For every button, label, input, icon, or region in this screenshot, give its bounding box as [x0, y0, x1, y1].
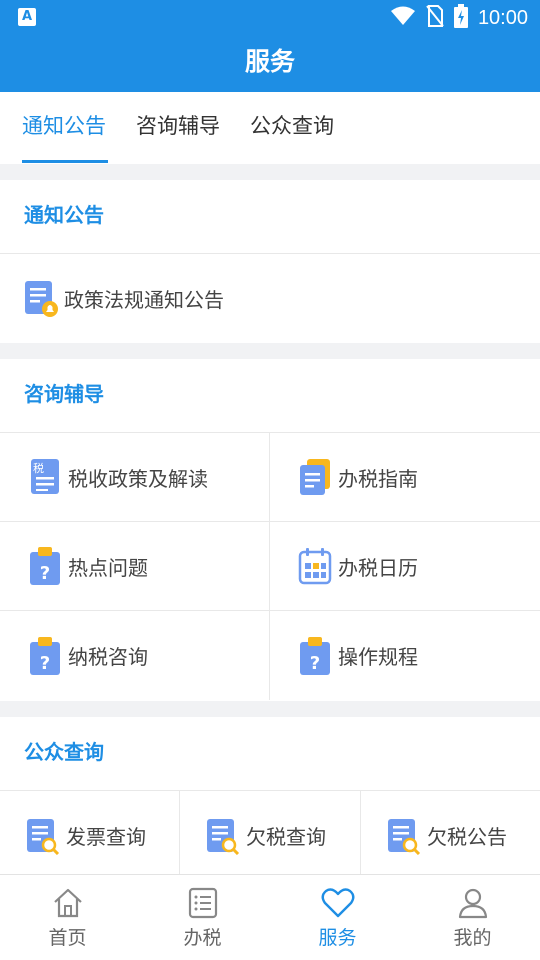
item-label: 热点问题 — [68, 555, 148, 580]
svg-text:税: 税 — [33, 461, 44, 475]
item-label: 税收政策及解读 — [68, 466, 208, 491]
nav-service[interactable]: 服务 — [270, 875, 405, 960]
tab-bar: 通知公告 咨询辅导 公众查询 — [0, 92, 540, 164]
section-title: 公众查询 — [0, 717, 540, 791]
app-notification-icon: A — [18, 8, 36, 26]
tax-guide-item[interactable]: 办税指南 — [270, 433, 540, 522]
battery-charging-icon — [453, 4, 468, 32]
tax-consult-item[interactable]: ? 纳税咨询 — [0, 611, 270, 700]
section-title: 咨询辅导 — [0, 359, 540, 433]
tax-arrears-notice-item[interactable]: 欠税公告 — [361, 791, 540, 880]
svg-text:?: ? — [40, 653, 50, 674]
question-clipboard-icon: ? — [298, 636, 332, 676]
question-clipboard-icon: ? — [28, 636, 62, 676]
item-label: 发票查询 — [66, 825, 146, 849]
nav-label: 我的 — [453, 927, 492, 949]
nav-tax[interactable]: 办税 — [135, 875, 270, 960]
query-section: 公众查询 发票查询 欠税查询 欠税公告 — [0, 717, 540, 880]
wifi-icon — [390, 6, 416, 30]
calendar-icon — [298, 546, 332, 586]
user-icon — [457, 885, 489, 921]
item-label: 办税指南 — [338, 466, 418, 491]
document-search-icon — [26, 816, 60, 856]
hot-questions-item[interactable]: ? 热点问题 — [0, 522, 270, 611]
item-label: 欠税公告 — [427, 825, 507, 849]
document-search-icon — [206, 816, 240, 856]
no-sim-icon — [426, 5, 444, 31]
page-title: 服务 — [0, 36, 540, 92]
policy-notice-item[interactable]: 政策法规通知公告 — [0, 254, 540, 342]
list-icon — [187, 885, 219, 921]
svg-text:?: ? — [310, 653, 320, 674]
status-clock: 10:00 — [477, 6, 528, 29]
guide-document-icon — [298, 457, 332, 497]
notice-section: 通知公告 政策法规通知公告 — [0, 180, 540, 343]
document-search-icon — [387, 816, 421, 856]
operation-rules-item[interactable]: ? 操作规程 — [270, 611, 540, 700]
nav-label: 服务 — [318, 927, 357, 949]
document-bell-icon — [24, 278, 58, 318]
nav-home[interactable]: 首页 — [0, 875, 135, 960]
item-label: 纳税咨询 — [68, 645, 148, 669]
nav-label: 办税 — [183, 927, 222, 949]
tax-policy-item[interactable]: 税 税收政策及解读 — [0, 433, 270, 522]
item-label: 政策法规通知公告 — [64, 287, 224, 312]
section-title: 通知公告 — [0, 180, 540, 254]
item-label: 操作规程 — [338, 645, 418, 669]
tab-query[interactable]: 公众查询 — [250, 110, 334, 164]
tax-arrears-query-item[interactable]: 欠税查询 — [180, 791, 361, 880]
status-bar: A 10:00 — [0, 0, 540, 36]
consult-section: 咨询辅导 税 税收政策及解读 办税指南 ? 热点问题 办税日历 ? 纳税咨询 ?… — [0, 359, 540, 701]
bottom-nav: 首页 办税 服务 我的 — [0, 874, 540, 960]
home-icon — [52, 885, 84, 921]
heart-icon — [321, 885, 355, 921]
question-clipboard-icon: ? — [28, 546, 62, 586]
item-label: 欠税查询 — [246, 825, 326, 849]
tab-notice[interactable]: 通知公告 — [22, 110, 106, 164]
invoice-query-item[interactable]: 发票查询 — [0, 791, 180, 880]
nav-label: 首页 — [48, 927, 87, 949]
tax-document-icon: 税 — [28, 457, 62, 497]
item-label: 办税日历 — [338, 555, 418, 580]
active-tab-indicator — [22, 160, 108, 163]
tax-calendar-item[interactable]: 办税日历 — [270, 522, 540, 611]
tab-consult[interactable]: 咨询辅导 — [136, 110, 220, 164]
nav-mine[interactable]: 我的 — [405, 875, 540, 960]
svg-text:?: ? — [40, 563, 50, 584]
